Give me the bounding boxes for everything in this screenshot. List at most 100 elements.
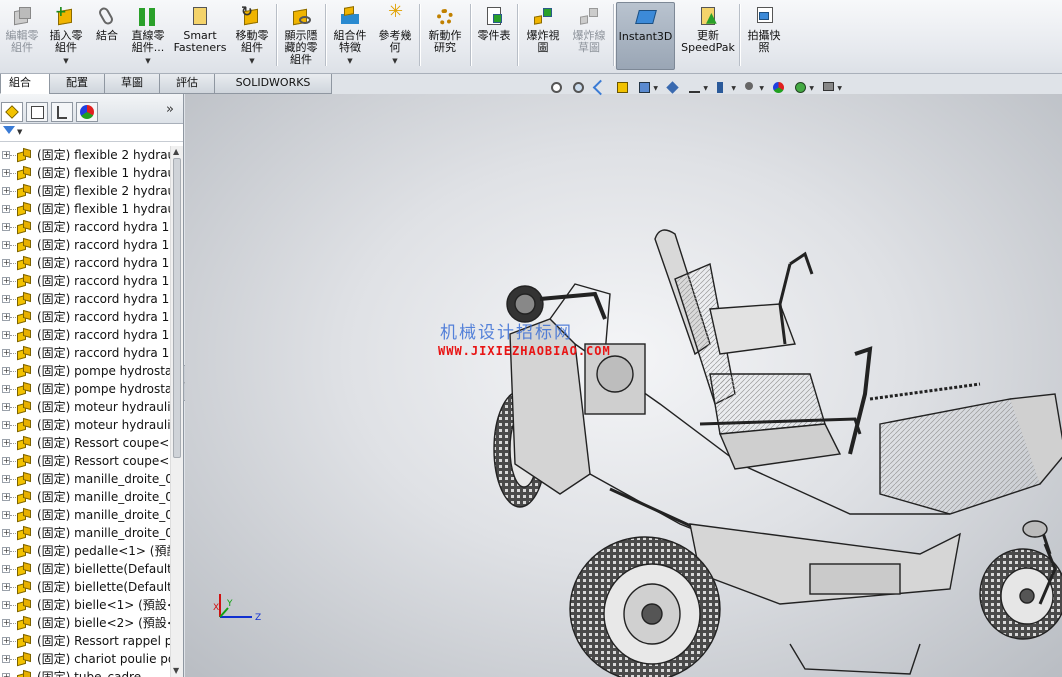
display-manager-tab[interactable]	[76, 102, 98, 122]
tree-item[interactable]: + (固定) pompe hydrostatique	[0, 380, 170, 398]
tree-item[interactable]: + (固定) raccord hydra 1.2	[0, 254, 170, 272]
linear-pattern-button[interactable]: 直線零 組件... ▼	[126, 2, 170, 70]
tree-item[interactable]: + (固定) manille_droite_0t	[0, 524, 170, 542]
graphics-area[interactable]: 机械设计招标网 WWW.JIXIEZHAOBIAO.COM X Y Z	[185, 94, 1062, 677]
expand-toggle-icon[interactable]: +	[2, 565, 10, 573]
tree-item[interactable]: + (固定) chariot poulie po	[0, 650, 170, 668]
chevron-down-icon[interactable]: ▼	[46, 55, 86, 67]
insert-component-button[interactable]: + 插入零 組件 ▼	[46, 2, 86, 70]
expand-toggle-icon[interactable]: +	[2, 241, 10, 249]
tree-item[interactable]: + (固定) raccord hydra 1.2	[0, 326, 170, 344]
realview-icon[interactable]: ▼	[792, 79, 814, 97]
expand-toggle-icon[interactable]: +	[2, 187, 10, 195]
expand-toggle-icon[interactable]: +	[2, 331, 10, 339]
tab-sketch[interactable]: 草圖	[104, 74, 160, 94]
tree-item[interactable]: + (固定) Ressort coupe<2>	[0, 452, 170, 470]
tree-item[interactable]: + (固定) raccord hydra 1.2	[0, 344, 170, 362]
expand-toggle-icon[interactable]: +	[2, 349, 10, 357]
section-view-icon[interactable]	[614, 79, 632, 97]
view-orientation-icon[interactable]: ▼	[636, 79, 658, 97]
tree-item[interactable]: + (固定) Ressort rappel po	[0, 632, 170, 650]
tree-item[interactable]: + (固定) raccord hydra 1.2	[0, 218, 170, 236]
instant3d-button[interactable]: Instant3D	[616, 2, 675, 70]
hide-show-items-icon[interactable]: ▼	[686, 79, 708, 97]
monitor-settings-icon[interactable]: ▼	[820, 79, 842, 97]
expand-toggle-icon[interactable]: +	[2, 493, 10, 501]
expand-toggle-icon[interactable]: +	[2, 295, 10, 303]
tree-item[interactable]: + (固定) raccord hydra 1.2	[0, 290, 170, 308]
mate-button[interactable]: 結合	[90, 2, 124, 70]
tree-item[interactable]: + (固定) raccord hydra 1.2	[0, 272, 170, 290]
tree-item[interactable]: + (固定) flexible 2 hydraulique	[0, 182, 170, 200]
show-hidden-components-button[interactable]: 顯示隱 藏的零 組件	[280, 2, 322, 70]
property-manager-tab[interactable]	[26, 102, 48, 122]
expand-toggle-icon[interactable]: +	[2, 637, 10, 645]
configuration-manager-tab[interactable]	[51, 102, 73, 122]
tree-item[interactable]: + (固定) manille_droite_0t	[0, 506, 170, 524]
scroll-down-icon[interactable]: ▼	[173, 666, 179, 675]
expand-toggle-icon[interactable]: +	[2, 457, 10, 465]
expand-toggle-icon[interactable]: +	[2, 277, 10, 285]
edit-component-button[interactable]: 編輯零 組件	[2, 2, 42, 70]
tree-item[interactable]: + (固定) moteur hydraulique	[0, 398, 170, 416]
bill-of-materials-button[interactable]: 零件表	[474, 2, 514, 70]
expand-toggle-icon[interactable]: +	[2, 547, 10, 555]
tree-item[interactable]: + (固定) moteur hydraulique	[0, 416, 170, 434]
tab-solidworks-mbd[interactable]: SOLIDWORKS MBD	[214, 74, 332, 107]
expand-toggle-icon[interactable]: +	[2, 151, 10, 159]
tree-item[interactable]: + (固定) bielle<2> (預設<	[0, 614, 170, 632]
expand-toggle-icon[interactable]: +	[2, 619, 10, 627]
tab-assembly[interactable]: 組合件	[0, 74, 50, 107]
chevron-down-icon[interactable]: ▼	[126, 55, 170, 67]
expand-toggle-icon[interactable]: +	[2, 403, 10, 411]
tree-item[interactable]: + (固定) flexible 1 hydraulique	[0, 164, 170, 182]
display-style-icon[interactable]	[664, 79, 682, 97]
tree-filter-bar[interactable]: ▼	[0, 124, 183, 142]
chevron-down-icon[interactable]: ▼	[329, 55, 371, 67]
chevron-down-icon[interactable]: ▼	[232, 55, 272, 67]
tree-item[interactable]: + (固定) tube_cadre	[0, 668, 170, 677]
expand-toggle-icon[interactable]: +	[2, 673, 10, 677]
explode-line-sketch-button[interactable]: 爆炸線 草圖	[567, 2, 611, 70]
expand-toggle-icon[interactable]: +	[2, 475, 10, 483]
zoom-to-area-icon[interactable]	[570, 79, 588, 97]
tree-item[interactable]: + (固定) Ressort coupe<1>	[0, 434, 170, 452]
scroll-up-icon[interactable]: ▲	[173, 147, 179, 156]
scroll-thumb[interactable]	[173, 158, 181, 458]
view-settings-icon[interactable]	[770, 79, 788, 97]
expand-toggle-icon[interactable]: +	[2, 367, 10, 375]
expand-toggle-icon[interactable]: +	[2, 583, 10, 591]
chevron-down-icon[interactable]: ▼	[374, 55, 416, 67]
tree-item[interactable]: + (固定) manille_droite_0t	[0, 470, 170, 488]
expand-toggle-icon[interactable]: +	[2, 259, 10, 267]
tree-item[interactable]: + (固定) flexible 1 hydraulique	[0, 200, 170, 218]
tree-item[interactable]: + (固定) manille_droite_0t	[0, 488, 170, 506]
tree-item[interactable]: + (固定) biellette(Default_	[0, 578, 170, 596]
expand-toggle-icon[interactable]: +	[2, 529, 10, 537]
wheelchair-assembly-model[interactable]	[480, 224, 1062, 677]
edit-appearance-icon[interactable]: ▼	[714, 79, 736, 97]
expand-toggle-icon[interactable]: +	[2, 313, 10, 321]
feature-manager-tab[interactable]	[1, 102, 23, 122]
expand-toggle-icon[interactable]: +	[2, 511, 10, 519]
previous-view-icon[interactable]	[592, 79, 610, 97]
tab-evaluate[interactable]: 評估	[159, 74, 215, 94]
tree-item[interactable]: + (固定) pompe hydrostatique	[0, 362, 170, 380]
exploded-view-button[interactable]: 爆炸視 圖	[521, 2, 565, 70]
tree-item[interactable]: + (固定) raccord hydra 1.2	[0, 308, 170, 326]
assembly-features-button[interactable]: 組合件 特徵 ▼	[329, 2, 371, 70]
tree-item[interactable]: + (固定) biellette(Default_	[0, 560, 170, 578]
new-motion-study-button[interactable]: 新動作 研究	[423, 2, 467, 70]
take-snapshot-button[interactable]: 拍攝快 照	[743, 2, 785, 70]
tab-layout[interactable]: 配置	[49, 74, 105, 94]
expand-toggle-icon[interactable]: +	[2, 205, 10, 213]
tree-scrollbar[interactable]: ▲ ▼	[170, 146, 183, 677]
apply-scene-icon[interactable]: ▼	[742, 79, 764, 97]
expand-toggle-icon[interactable]: +	[2, 385, 10, 393]
tree-item[interactable]: + (固定) flexible 2 hydraulique	[0, 146, 170, 164]
zoom-to-fit-icon[interactable]	[548, 79, 566, 97]
tree-item[interactable]: + (固定) raccord hydra 1.2	[0, 236, 170, 254]
expand-toggle-icon[interactable]: +	[2, 223, 10, 231]
move-component-button[interactable]: ↻ 移動零 組件 ▼	[232, 2, 272, 70]
tree-item[interactable]: + (固定) bielle<1> (預設<	[0, 596, 170, 614]
